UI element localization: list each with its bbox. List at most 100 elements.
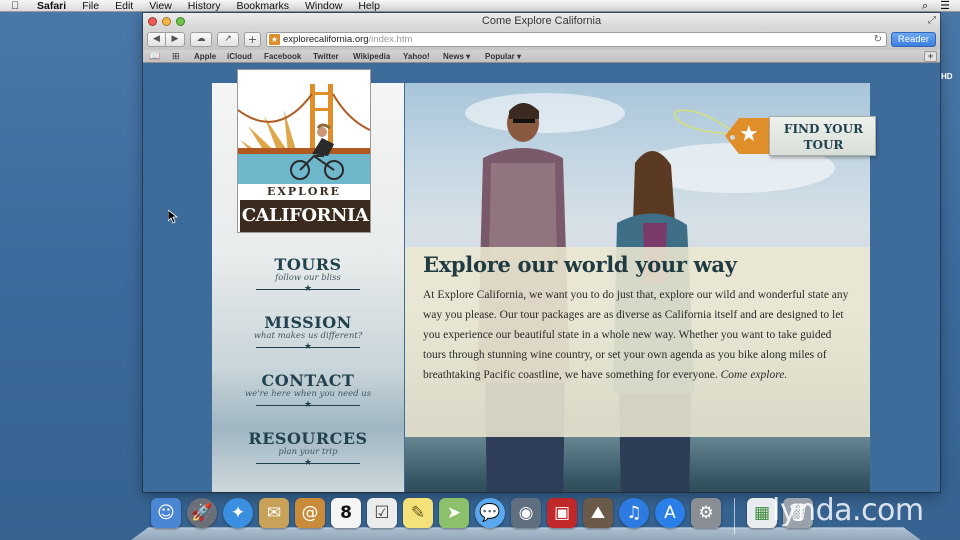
toolbar: ◀ ▶ ☁ ↗ + ★ explorecalifornia.org/index.… bbox=[143, 30, 940, 50]
bookmark-apple[interactable]: Apple bbox=[194, 50, 216, 63]
address-bar[interactable]: ★ explorecalifornia.org/index.htm ↻ bbox=[266, 32, 887, 47]
window-title: Come Explore California bbox=[481, 15, 602, 27]
photo-booth-icon[interactable]: ▣ bbox=[547, 498, 577, 528]
notification-center-icon[interactable]: ☰ bbox=[940, 0, 950, 12]
tag-line-1: FIND YOUR bbox=[783, 122, 864, 136]
find-your-tour-tag[interactable]: ★ FIND YOUR TOUR bbox=[673, 109, 876, 158]
launchpad-icon[interactable]: 🚀 bbox=[187, 498, 217, 528]
tag-line-2: TOUR bbox=[803, 138, 844, 152]
messages-icon[interactable]: 💬 bbox=[475, 498, 505, 528]
itunes-icon[interactable]: ♫ bbox=[619, 498, 649, 528]
nav-divider: ★ bbox=[256, 284, 360, 294]
menu-view[interactable]: View bbox=[141, 0, 180, 12]
hd-badge: HD bbox=[941, 72, 953, 81]
top-sites-icon[interactable]: ⊞ bbox=[172, 50, 180, 63]
menu-bookmarks[interactable]: Bookmarks bbox=[228, 0, 297, 12]
title-bar[interactable]: Come Explore California ⤢ bbox=[143, 13, 940, 30]
bookmarks-bar: 📖 ⊞ Apple iCloud Facebook Twitter Wikipe… bbox=[143, 50, 940, 63]
star-icon: ★ bbox=[303, 458, 313, 468]
star-icon: ★ bbox=[303, 400, 313, 410]
url-text: explorecalifornia.org/index.htm bbox=[283, 33, 412, 46]
nav-resources-subtitle: plan your trip bbox=[278, 447, 338, 457]
contacts-icon[interactable]: @ bbox=[295, 498, 325, 528]
logo-title-top: EXPLORE bbox=[266, 185, 342, 198]
menu-help[interactable]: Help bbox=[350, 0, 388, 12]
star-icon: ★ bbox=[303, 284, 313, 294]
calendar-day: 8 bbox=[340, 503, 352, 523]
page-heading: Explore our world your way bbox=[423, 252, 737, 277]
nav-divider: ★ bbox=[256, 458, 360, 468]
bookmark-news-folder[interactable]: News ▾ bbox=[443, 50, 470, 63]
bookmark-wikipedia[interactable]: Wikipedia bbox=[353, 50, 390, 63]
reminders-icon[interactable]: ☑ bbox=[367, 498, 397, 528]
menu-safari[interactable]: Safari bbox=[27, 0, 74, 12]
notes-icon[interactable]: ✎ bbox=[403, 498, 433, 528]
safari-icon[interactable]: ✦ bbox=[223, 498, 253, 528]
add-tab-icon[interactable]: + bbox=[924, 51, 937, 62]
back-button[interactable]: ◀ bbox=[147, 32, 166, 47]
web-page: ★ FIND YOUR TOUR Explore our world your … bbox=[143, 64, 940, 492]
bookmark-twitter[interactable]: Twitter bbox=[313, 50, 339, 63]
url-host: explorecalifornia.org bbox=[283, 34, 369, 45]
nav-mission-subtitle: what makes us different? bbox=[253, 331, 363, 341]
share-button[interactable]: ↗ bbox=[217, 32, 239, 47]
spotlight-search-icon[interactable]: ⌕ bbox=[922, 0, 928, 12]
forward-button[interactable]: ▶ bbox=[166, 32, 185, 47]
nav-item-resources[interactable]: RESOURCES plan your trip ★ bbox=[212, 430, 404, 468]
reload-icon[interactable]: ↻ bbox=[874, 33, 882, 46]
nav-item-tours[interactable]: TOURS follow our bliss ★ bbox=[212, 256, 404, 294]
intro-emphasis: Come explore. bbox=[720, 369, 788, 381]
content-panel: Explore our world your way At Explore Ca… bbox=[405, 247, 870, 437]
dock-shelf bbox=[131, 527, 921, 540]
mail-stamp-icon[interactable]: ✉ bbox=[259, 498, 289, 528]
zoom-window-button[interactable] bbox=[176, 17, 185, 26]
system-preferences-icon[interactable]: ⚙ bbox=[691, 498, 721, 528]
reading-list-icon[interactable]: 📖 bbox=[149, 50, 160, 63]
intro-paragraph: At Explore California, we want you to do… bbox=[423, 285, 853, 385]
bookmark-icloud[interactable]: iCloud bbox=[227, 50, 252, 63]
lynda-watermark: lynda.com bbox=[772, 493, 924, 528]
explore-california-logo[interactable]: EXPLORE CALIFORNIA bbox=[237, 69, 371, 233]
menu-bar:  Safari File Edit View History Bookmark… bbox=[0, 0, 960, 12]
menu-history[interactable]: History bbox=[180, 0, 229, 12]
icloud-tabs-button[interactable]: ☁ bbox=[190, 32, 212, 47]
apple-menu-icon[interactable]:  bbox=[11, 0, 27, 12]
nav-divider: ★ bbox=[256, 342, 360, 352]
maps-icon[interactable]: ➤ bbox=[439, 498, 469, 528]
nav-item-mission[interactable]: MISSION what makes us different? ★ bbox=[212, 314, 404, 352]
fullscreen-icon[interactable]: ⤢ bbox=[928, 15, 936, 27]
facetime-icon[interactable]: ◉ bbox=[511, 498, 541, 528]
dock-divider bbox=[734, 498, 735, 534]
menu-file[interactable]: File bbox=[74, 0, 107, 12]
bookmark-yahoo[interactable]: Yahoo! bbox=[403, 50, 430, 63]
site-favicon-icon: ★ bbox=[269, 34, 280, 45]
close-window-button[interactable] bbox=[148, 17, 157, 26]
nav-contact-title[interactable]: CONTACT bbox=[212, 372, 404, 389]
bookmark-facebook[interactable]: Facebook bbox=[264, 50, 301, 63]
reader-button[interactable]: Reader bbox=[891, 32, 936, 47]
golden-gate-bridge-logo-art bbox=[238, 84, 370, 184]
app-store-icon[interactable]: A bbox=[655, 498, 685, 528]
mouse-cursor-icon bbox=[168, 210, 178, 224]
nav-contact-subtitle: we're here when you need us bbox=[244, 389, 372, 399]
bookmark-popular-folder[interactable]: Popular ▾ bbox=[485, 50, 521, 63]
tag-body: FIND YOUR TOUR bbox=[769, 116, 876, 156]
intro-text: At Explore California, we want you to do… bbox=[423, 289, 849, 381]
tag-text: FIND YOUR TOUR bbox=[770, 121, 877, 153]
nav-tours-title[interactable]: TOURS bbox=[212, 256, 404, 273]
logo-title-bottom: CALIFORNIA bbox=[240, 200, 370, 232]
new-tab-button[interactable]: + bbox=[244, 32, 261, 47]
menu-edit[interactable]: Edit bbox=[107, 0, 141, 12]
url-path: /index.htm bbox=[368, 34, 413, 45]
star-icon: ★ bbox=[739, 122, 759, 147]
nav-divider: ★ bbox=[256, 400, 360, 410]
minimize-window-button[interactable] bbox=[162, 17, 171, 26]
star-icon: ★ bbox=[303, 342, 313, 352]
iphoto-icon[interactable]: ⛰ bbox=[583, 498, 613, 528]
nav-resources-title[interactable]: RESOURCES bbox=[212, 430, 404, 447]
finder-icon[interactable]: ☺ bbox=[151, 498, 181, 528]
nav-mission-title[interactable]: MISSION bbox=[212, 314, 404, 331]
menu-window[interactable]: Window bbox=[297, 0, 350, 12]
calendar-icon[interactable]: 8 bbox=[331, 498, 361, 528]
nav-item-contact[interactable]: CONTACT we're here when you need us ★ bbox=[212, 372, 404, 410]
